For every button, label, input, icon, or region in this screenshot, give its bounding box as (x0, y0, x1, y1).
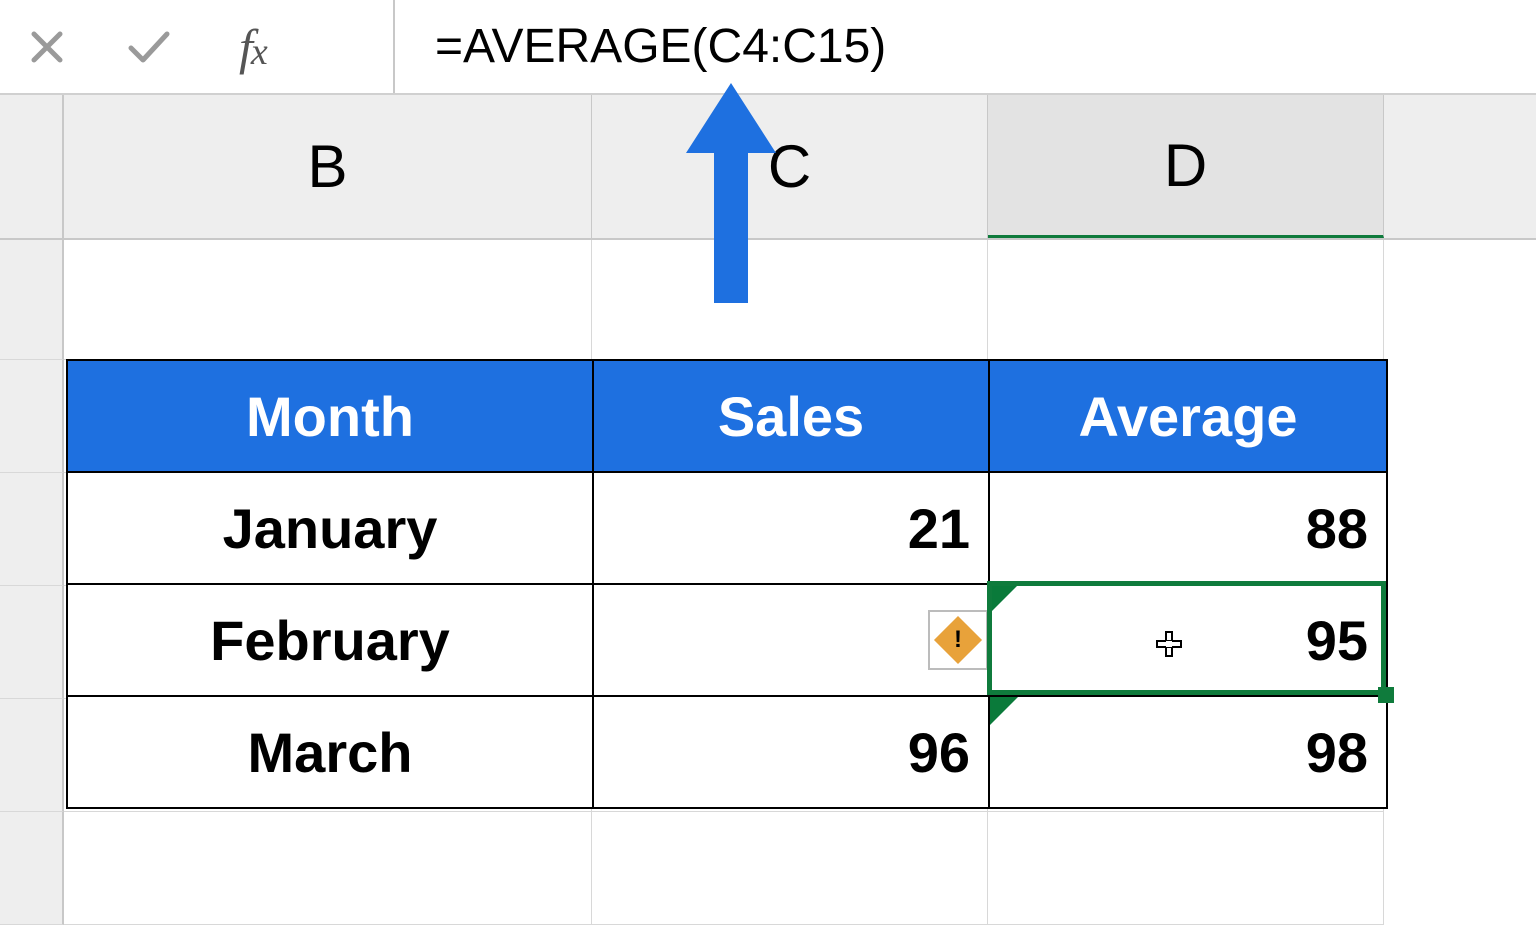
cancel-icon[interactable] (25, 25, 69, 69)
row-header[interactable] (0, 240, 64, 360)
cell-average[interactable]: 98 (990, 695, 1386, 807)
cell[interactable] (64, 812, 592, 925)
cell-sales[interactable]: 96 (594, 695, 990, 807)
table-header-row: Month Sales Average (68, 361, 1386, 471)
cell-average[interactable]: 95 (990, 583, 1386, 695)
cell-sales[interactable]: 6 ! (594, 583, 990, 695)
cell-month[interactable]: March (68, 695, 594, 807)
grid-row (0, 812, 1536, 925)
row-header[interactable] (0, 586, 64, 699)
row-header[interactable] (0, 360, 64, 473)
cells-grid: Month Sales Average January 21 88 Februa… (0, 240, 1536, 925)
table-row: March 96 98 (68, 695, 1386, 807)
header-sales[interactable]: Sales (594, 361, 990, 471)
formula-controls: fx (0, 0, 395, 93)
data-table: Month Sales Average January 21 88 Februa… (66, 359, 1388, 809)
cell-month[interactable]: February (68, 583, 594, 695)
formula-bar: fx =AVERAGE(C4:C15) (0, 0, 1536, 95)
header-month[interactable]: Month (68, 361, 594, 471)
cell-average[interactable]: 88 (990, 471, 1386, 583)
error-triangle-icon (990, 697, 1018, 725)
fx-icon[interactable]: fx (239, 18, 266, 76)
enter-icon[interactable] (127, 25, 171, 69)
error-triangle-icon (990, 585, 1018, 613)
cell-value: 95 (1306, 608, 1368, 673)
row-header[interactable] (0, 812, 64, 925)
select-all-corner[interactable] (0, 95, 64, 238)
cell[interactable] (592, 240, 988, 360)
row-header[interactable] (0, 473, 64, 586)
column-header-b[interactable]: B (64, 95, 592, 238)
row-header[interactable] (0, 699, 64, 812)
header-average[interactable]: Average (990, 361, 1386, 471)
cell[interactable] (988, 812, 1384, 925)
column-header-c[interactable]: C (592, 95, 988, 238)
error-indicator-icon[interactable]: ! (928, 610, 988, 670)
grid-row (0, 240, 1536, 360)
cell[interactable] (592, 812, 988, 925)
cell[interactable] (64, 240, 592, 360)
cell-sales[interactable]: 21 (594, 471, 990, 583)
formula-input[interactable]: =AVERAGE(C4:C15) (395, 0, 1536, 93)
fill-handle[interactable] (1378, 687, 1394, 703)
cell-month[interactable]: January (68, 471, 594, 583)
spreadsheet-grid: B C D (0, 95, 1536, 925)
column-header-d[interactable]: D (988, 95, 1384, 238)
cell-value: 98 (1306, 720, 1368, 785)
cell-cursor-icon (1155, 630, 1183, 658)
cell[interactable] (988, 240, 1384, 360)
column-headers: B C D (0, 95, 1536, 240)
table-row: January 21 88 (68, 471, 1386, 583)
table-row: February 6 ! 95 (68, 583, 1386, 695)
